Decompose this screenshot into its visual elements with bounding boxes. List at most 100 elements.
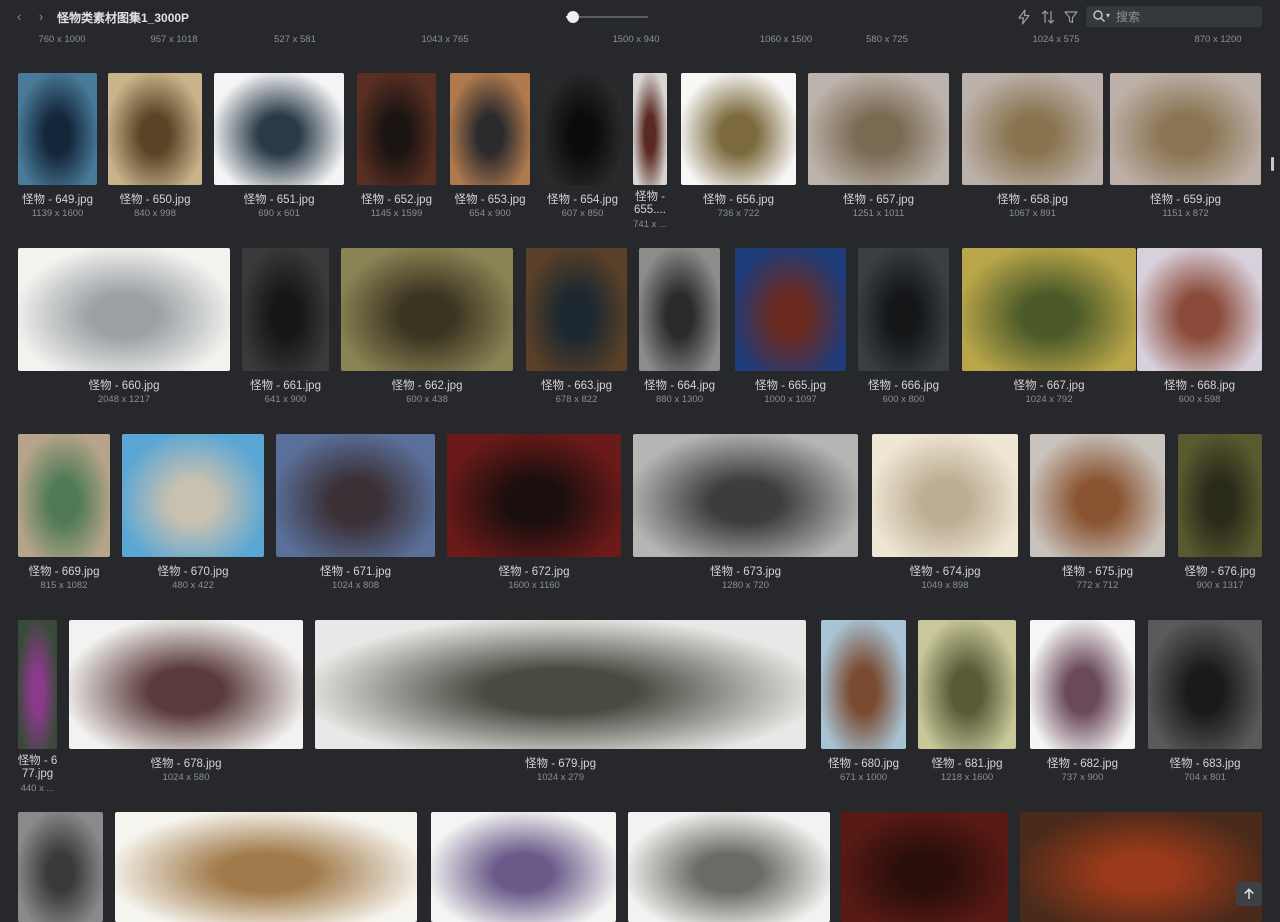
image-thumbnail[interactable] [69,620,303,749]
back-button[interactable]: ‹ [12,9,26,25]
image-tile[interactable]: 怪物 - 654.jpg 607 x 850 [543,73,622,219]
image-tile[interactable]: 怪物 - 655.... 741 x ... [633,73,667,230]
image-tile[interactable]: 怪物 - 656.jpg 736 x 722 [681,73,796,219]
image-thumbnail[interactable] [1110,73,1261,185]
image-tile[interactable]: 怪物 - 675.jpg 772 x 712 [1030,434,1165,591]
image-tile[interactable]: 怪物 - 659.jpg 1151 x 872 [1110,73,1261,219]
image-tile[interactable]: 怪物 - 662.jpg 600 x 438 [341,248,513,405]
image-thumbnail[interactable] [108,73,202,185]
image-filename: 怪物 - 659.jpg [1150,194,1221,206]
image-thumbnail[interactable] [214,73,344,185]
image-thumbnail[interactable] [808,73,949,185]
image-tile[interactable]: 怪物 - 663.jpg 678 x 822 [526,248,627,405]
flash-icon[interactable] [1016,9,1032,25]
image-tile[interactable]: 怪物 - 673.jpg 1280 x 720 [633,434,858,591]
image-thumbnail[interactable] [1030,620,1135,749]
image-tile[interactable]: 怪物 - 666.jpg 600 x 800 [858,248,949,405]
image-thumbnail[interactable] [447,434,621,557]
image-tile[interactable] [841,812,1008,922]
image-thumbnail[interactable] [357,73,436,185]
image-tile[interactable] [431,812,616,922]
image-tile[interactable]: 怪物 - 671.jpg 1024 x 808 [276,434,435,591]
image-tile[interactable]: 怪物 - 657.jpg 1251 x 1011 [808,73,949,219]
image-tile[interactable]: 怪物 - 649.jpg 1139 x 1600 [18,73,97,219]
image-thumbnail[interactable] [962,73,1103,185]
image-thumbnail[interactable] [526,248,627,371]
image-thumbnail[interactable] [628,812,830,922]
back-to-top-button[interactable] [1236,882,1262,906]
image-tile[interactable]: 怪物 - 679.jpg 1024 x 279 [315,620,806,783]
image-thumbnail[interactable] [841,812,1008,922]
sort-icon[interactable] [1040,9,1056,25]
forward-button[interactable]: › [34,9,48,25]
image-tile[interactable]: 怪物 - 678.jpg 1024 x 580 [69,620,303,783]
search-icon[interactable] [1092,9,1106,23]
image-tile[interactable]: 怪物 - 680.jpg 671 x 1000 [821,620,906,783]
thumbnail-size-slider[interactable] [562,10,648,24]
image-filename: 怪物 - 675.jpg [1062,566,1133,578]
image-thumbnail[interactable] [1148,620,1262,749]
image-thumbnail[interactable] [315,620,806,749]
image-tile[interactable]: 怪物 - 651.jpg 690 x 601 [214,73,344,219]
image-tile[interactable] [115,812,417,922]
image-tile[interactable] [1020,812,1262,922]
image-tile[interactable]: 怪物 - 672.jpg 1600 x 1160 [447,434,621,591]
image-tile[interactable]: 怪物 - 676.jpg 900 x 1317 [1178,434,1262,591]
image-tile[interactable]: 怪物 - 682.jpg 737 x 900 [1030,620,1135,783]
image-thumbnail[interactable] [872,434,1018,557]
image-tile[interactable]: 怪物 - 661.jpg 641 x 900 [242,248,329,405]
image-thumbnail[interactable] [18,620,57,749]
image-tile[interactable]: 怪物 - 681.jpg 1218 x 1600 [918,620,1016,783]
image-tile[interactable]: 怪物 - 652.jpg 1145 x 1599 [357,73,436,219]
image-thumbnail[interactable] [543,73,622,185]
image-tile[interactable]: 怪物 - 658.jpg 1067 x 891 [962,73,1103,219]
image-filename: 怪物 - 660.jpg [88,380,160,392]
image-tile[interactable]: 怪物 - 668.jpg 600 x 598 [1137,248,1262,405]
image-tile[interactable] [18,812,103,922]
image-tile[interactable] [628,812,830,922]
image-tile[interactable]: 怪物 - 669.jpg 815 x 1082 [18,434,110,591]
image-thumbnail[interactable] [633,434,858,557]
image-tile[interactable]: 怪物 - 674.jpg 1049 x 898 [872,434,1018,591]
image-dimensions: 1024 x 279 [536,772,584,783]
image-thumbnail[interactable] [115,812,417,922]
image-thumbnail[interactable] [122,434,264,557]
image-thumbnail[interactable] [18,812,103,922]
image-tile[interactable]: 怪物 - 653.jpg 654 x 900 [450,73,530,219]
image-thumbnail[interactable] [450,73,530,185]
image-tile[interactable]: 怪物 - 683.jpg 704 x 801 [1148,620,1262,783]
image-thumbnail[interactable] [1137,248,1262,371]
image-thumbnail[interactable] [633,73,667,185]
filter-icon[interactable] [1063,9,1079,25]
image-thumbnail[interactable] [821,620,906,749]
image-thumbnail[interactable] [1020,812,1262,922]
image-tile[interactable]: 怪物 - 660.jpg 2048 x 1217 [18,248,230,405]
image-thumbnail[interactable] [1178,434,1262,557]
image-thumbnail[interactable] [18,73,97,185]
image-thumbnail[interactable] [858,248,949,371]
scrollbar-thumb[interactable] [1271,157,1274,171]
image-thumbnail[interactable] [18,248,230,371]
image-tile[interactable]: 怪物 - 664.jpg 880 x 1300 [639,248,720,405]
search-input[interactable] [1116,7,1256,26]
image-tile[interactable]: 怪物 - 665.jpg 1000 x 1097 [735,248,846,405]
image-thumbnail[interactable] [962,248,1136,371]
image-thumbnail[interactable] [18,434,110,557]
image-thumbnail[interactable] [276,434,435,557]
image-thumbnail[interactable] [735,248,846,371]
slider-thumb[interactable] [566,11,579,23]
image-thumbnail[interactable] [681,73,796,185]
image-tile[interactable]: 怪物 - 650.jpg 840 x 998 [108,73,202,219]
image-thumbnail[interactable] [341,248,513,371]
chevron-down-icon[interactable]: ▾ [1106,9,1110,23]
image-thumbnail[interactable] [639,248,720,371]
image-filename: 怪物 - 650.jpg [119,194,191,206]
image-tile[interactable]: 怪物 - 677.jpg 440 x ... [18,620,57,794]
image-tile[interactable]: 怪物 - 667.jpg 1024 x 792 [962,248,1136,405]
image-thumbnail[interactable] [918,620,1016,749]
image-tile[interactable]: 怪物 - 670.jpg 480 x 422 [122,434,264,591]
image-thumbnail[interactable] [431,812,616,922]
image-thumbnail[interactable] [1030,434,1165,557]
search-box[interactable]: ▾ [1086,6,1262,27]
image-thumbnail[interactable] [242,248,329,371]
